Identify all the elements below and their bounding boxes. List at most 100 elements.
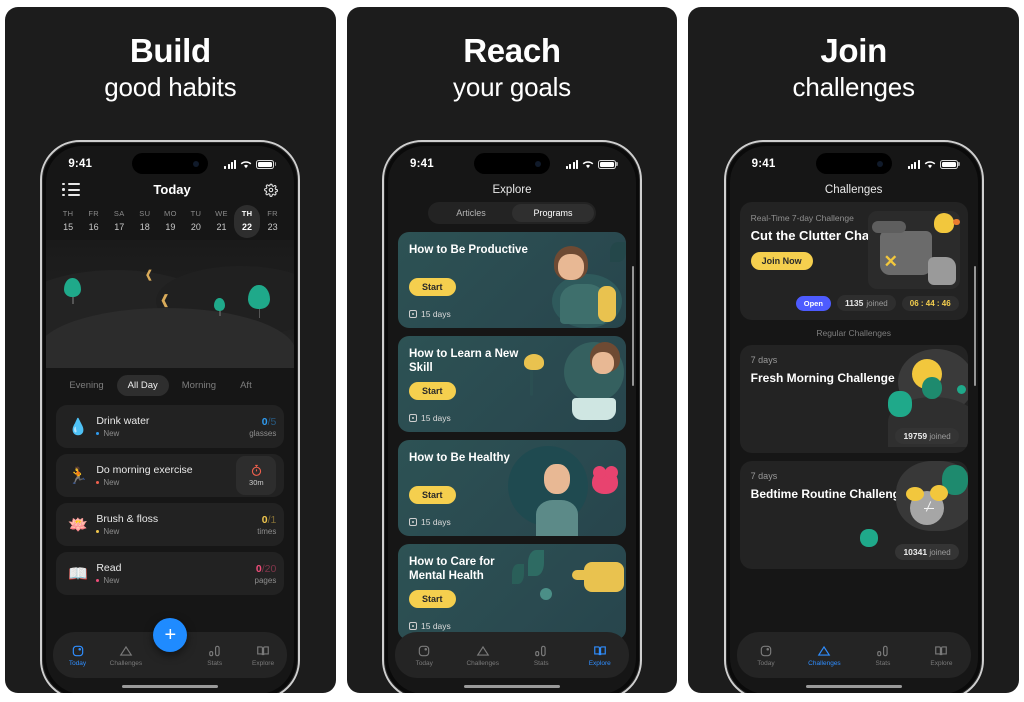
- habit-total: /1: [267, 513, 277, 526]
- program-duration: 15 days: [409, 413, 451, 423]
- add-habit-button[interactable]: +: [153, 618, 188, 652]
- calendar-day[interactable]: TU 20: [183, 205, 209, 238]
- tab-today[interactable]: Today: [57, 644, 99, 667]
- time-of-day-filters[interactable]: Evening All Day Morning Aft: [46, 368, 294, 403]
- tab-label: Today: [68, 659, 87, 667]
- habit-status: New: [96, 527, 238, 536]
- section-title: Regular Challenges: [816, 328, 891, 338]
- status-time: 9:41: [68, 158, 93, 170]
- wifi-icon: [241, 160, 252, 168]
- day-of-week: TH: [241, 209, 253, 218]
- challenge-card[interactable]: 7 days Bedtime Routine Challenge 10341 j…: [739, 461, 968, 569]
- joined-count: 1135: [844, 298, 864, 308]
- program-duration-label: 15 days: [421, 517, 451, 527]
- app-screen-explore: 9:41 Explore Articles Programs How to Be…: [388, 146, 636, 693]
- day-of-week: FR: [267, 209, 278, 218]
- status-badge: Open: [795, 295, 831, 311]
- app-navbar: Today: [46, 176, 294, 201]
- habit-progress: 0/5 glasses: [238, 416, 276, 438]
- filter-pill-active[interactable]: All Day: [116, 375, 169, 396]
- today-square-icon: [419, 645, 430, 656]
- calendar-day[interactable]: SU 18: [132, 205, 158, 238]
- battery-icon: [939, 159, 958, 169]
- scrollbar-indicator[interactable]: [632, 266, 634, 386]
- open-book-icon: 📖: [68, 565, 89, 583]
- home-indicator: [464, 684, 560, 688]
- list-menu-icon[interactable]: [62, 183, 80, 197]
- day-number: 19: [165, 222, 176, 232]
- filter-pill[interactable]: Evening: [58, 375, 114, 396]
- dynamic-island: [815, 153, 892, 174]
- challenge-card[interactable]: 7 days Fresh Morning Challenge 19759 joi…: [739, 345, 968, 453]
- start-button[interactable]: Start: [409, 278, 456, 296]
- tab-explore[interactable]: Explore: [579, 644, 621, 667]
- tab-challenges[interactable]: Challenges: [462, 644, 504, 667]
- app-screen-challenges: 9:41 Challenges ✕ Real-Time 7-day Challe…: [729, 146, 978, 693]
- join-now-button[interactable]: Join Now: [750, 251, 813, 270]
- program-duration-label: 15 days: [421, 309, 451, 319]
- habit-row[interactable]: 🏃 Do morning exercise New 30m: [56, 454, 285, 497]
- habit-row[interactable]: 💧 Drink water New 0/5 glasses: [56, 405, 285, 448]
- segment-programs[interactable]: Programs: [512, 204, 594, 222]
- page-title: Explore: [492, 184, 532, 196]
- program-card[interactable]: How to Learn a New Skill Start 15 days: [398, 336, 626, 432]
- tab-label: Explore: [930, 659, 953, 667]
- tab-challenges[interactable]: Challenges: [803, 644, 845, 667]
- habit-status-label: New: [103, 527, 120, 536]
- featured-challenge-card[interactable]: ✕ Real-Time 7-day Challenge Cut the Clut…: [739, 202, 968, 320]
- front-camera-icon: [876, 160, 883, 167]
- program-card[interactable]: How to Be Productive Start 15 days: [398, 232, 626, 328]
- program-duration: 15 days: [409, 309, 451, 319]
- segmented-control[interactable]: Articles Programs: [428, 202, 596, 224]
- dynamic-island: [474, 153, 550, 174]
- woman-heart-illustration: [504, 440, 626, 536]
- habit-name: Do morning exercise: [96, 464, 193, 476]
- habit-row[interactable]: 📖 Read New 0/20 pages: [56, 552, 285, 595]
- joined-count-chip: 10341 joined: [895, 544, 959, 560]
- program-title: How to Be Productive: [409, 244, 528, 256]
- tab-today[interactable]: Today: [745, 644, 787, 667]
- featured-meta-row: Open 1135 joined 06 : 44 : 46: [740, 295, 959, 311]
- calendar-day[interactable]: FR 23: [260, 205, 286, 238]
- program-card[interactable]: How to Be Healthy Start 15 days: [398, 440, 626, 536]
- tab-explore[interactable]: Explore: [920, 644, 962, 667]
- panel-subtitle: good habits: [104, 71, 237, 102]
- calendar-icon: [409, 622, 417, 630]
- filter-pill[interactable]: Morning: [171, 375, 227, 396]
- tab-stats[interactable]: Stats: [520, 644, 562, 667]
- day-of-week: TU: [190, 209, 202, 218]
- program-card[interactable]: How to Care for Mental Health Start 15 d…: [398, 544, 626, 640]
- status-indicators: [907, 159, 958, 169]
- scrollbar-indicator[interactable]: [973, 266, 976, 386]
- status-time: 9:41: [751, 158, 776, 170]
- day-of-week: SA: [113, 209, 125, 218]
- tab-today[interactable]: Today: [403, 644, 445, 667]
- calendar-day[interactable]: SA 17: [106, 205, 132, 238]
- bar-chart-icon: [877, 645, 888, 656]
- calendar-icon: [409, 414, 417, 422]
- status-bar: 9:41: [388, 146, 636, 176]
- calendar-day[interactable]: WE 21: [209, 205, 235, 238]
- tab-explore[interactable]: Explore: [242, 644, 284, 667]
- start-button[interactable]: Start: [409, 590, 456, 608]
- tab-stats[interactable]: Stats: [194, 644, 236, 667]
- tab-stats[interactable]: Stats: [862, 644, 904, 667]
- calendar-day[interactable]: TH 15: [55, 205, 81, 238]
- tab-label: Today: [757, 659, 775, 667]
- week-calendar[interactable]: TH 15 FR 16 SA 17 SU 18 MO 19 TU 20 WE 21 TH 22 …: [46, 201, 294, 238]
- mountain-icon: [818, 645, 831, 656]
- habit-row[interactable]: 🪷 Brush & floss New 0/1 times: [56, 503, 285, 546]
- joined-label: joined: [929, 548, 951, 557]
- laundry-basket-duck-illustration: ✕: [867, 211, 960, 289]
- gear-icon[interactable]: [264, 183, 279, 197]
- calendar-day[interactable]: MO 19: [158, 205, 184, 238]
- habit-timer-button[interactable]: 30m: [236, 456, 277, 495]
- cellular-bars-icon: [907, 159, 920, 169]
- start-button[interactable]: Start: [409, 382, 456, 400]
- calendar-day[interactable]: FR 16: [81, 205, 107, 238]
- segment-articles[interactable]: Articles: [430, 204, 512, 222]
- start-button[interactable]: Start: [409, 486, 456, 504]
- tab-challenges[interactable]: Challenges: [105, 644, 147, 667]
- calendar-day-selected[interactable]: TH 22: [234, 205, 260, 238]
- filter-pill[interactable]: Aft: [229, 375, 263, 396]
